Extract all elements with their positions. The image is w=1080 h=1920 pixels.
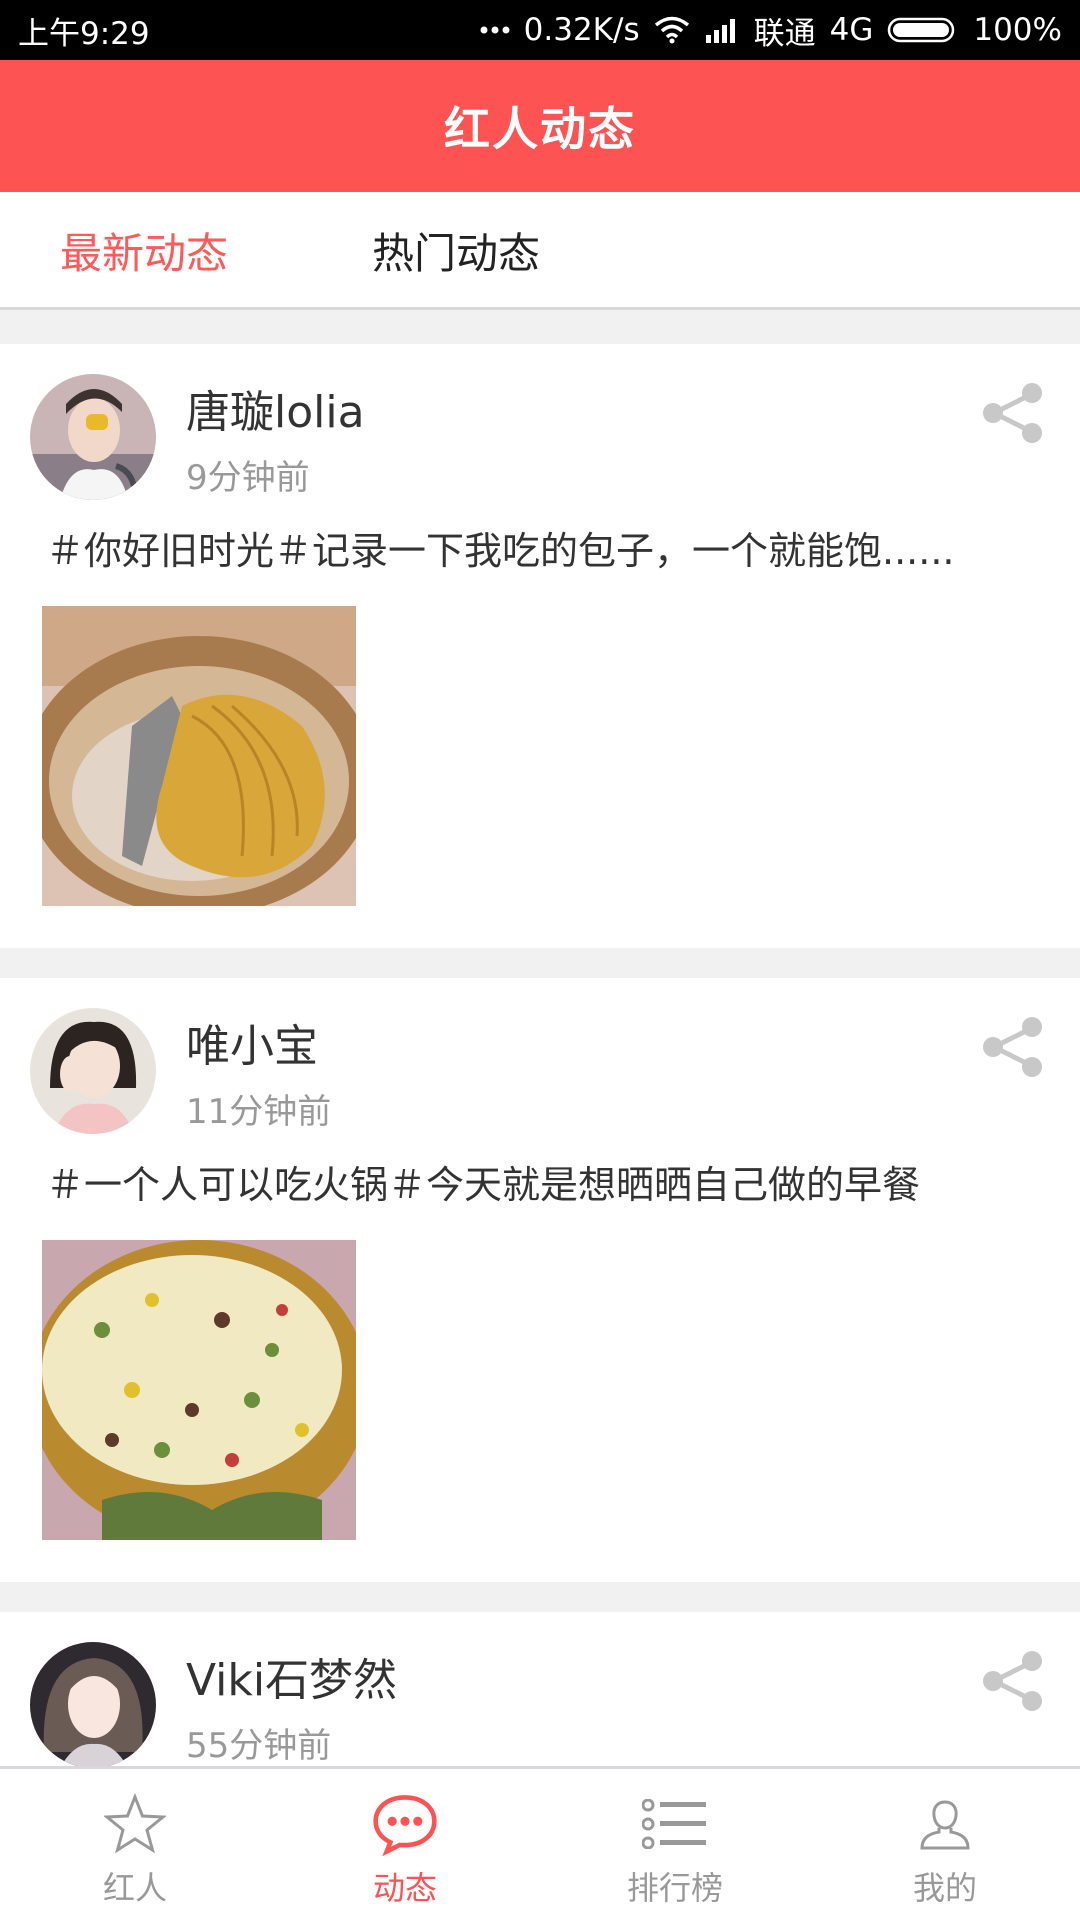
page-title: 红人动态 bbox=[444, 102, 636, 156]
post-image[interactable] bbox=[42, 1240, 356, 1540]
feed-list: 唐璇lolia 9分钟前 ＃你好旧时光＃记录一下我吃的包子，一个就能饱.....… bbox=[0, 344, 1080, 1772]
nav-label: 动态 bbox=[372, 1869, 437, 1907]
nav-item-me[interactable]: 我的 bbox=[810, 1769, 1080, 1920]
post-username[interactable]: 唯小宝 bbox=[186, 1010, 318, 1074]
post-text: ＃你好旧时光＃记录一下我吃的包子，一个就能饱...... bbox=[46, 529, 955, 573]
person-icon bbox=[912, 1791, 978, 1857]
app-header: 红人动态 bbox=[0, 60, 1080, 192]
network-speed: 0.32K/s bbox=[523, 12, 640, 48]
wifi-icon bbox=[654, 16, 690, 44]
star-icon bbox=[102, 1791, 168, 1857]
tab-latest[interactable]: 最新动态 bbox=[60, 220, 228, 281]
avatar[interactable] bbox=[30, 374, 156, 500]
post-time: 11分钟前 bbox=[186, 1092, 332, 1132]
signal-icon bbox=[704, 17, 740, 43]
feed-tabs: 最新动态 热门动态 bbox=[0, 192, 1080, 310]
post-username[interactable]: 唐璇lolia bbox=[186, 376, 365, 440]
status-time: 上午9:29 bbox=[18, 15, 150, 52]
post-image[interactable] bbox=[42, 606, 356, 906]
tab-hot[interactable]: 热门动态 bbox=[372, 220, 540, 281]
nav-label: 红人 bbox=[102, 1869, 167, 1907]
avatar[interactable] bbox=[30, 1642, 156, 1768]
more-dots-icon bbox=[480, 25, 510, 35]
app-screen: 上午9:29 0.32K/s 联通 4G 100% 红人动态 最新动态 热门动态… bbox=[0, 0, 1080, 1920]
post-time: 9分钟前 bbox=[186, 458, 310, 498]
bottom-nav: 红人 动态 排行榜 我的 bbox=[0, 1766, 1080, 1920]
status-bar: 上午9:29 0.32K/s 联通 4G 100% bbox=[0, 0, 1080, 60]
post-username[interactable]: Viki石梦然 bbox=[186, 1644, 397, 1708]
nav-label: 排行榜 bbox=[626, 1869, 723, 1907]
nav-label: 我的 bbox=[912, 1869, 977, 1907]
nav-item-feed[interactable]: 动态 bbox=[270, 1769, 540, 1920]
nav-item-stars[interactable]: 红人 bbox=[0, 1769, 270, 1920]
feed-post[interactable]: 唐璇lolia 9分钟前 ＃你好旧时光＃记录一下我吃的包子，一个就能饱.....… bbox=[0, 344, 1080, 948]
battery-icon bbox=[887, 16, 959, 44]
post-time: 55分钟前 bbox=[186, 1726, 332, 1766]
chat-bubble-icon bbox=[372, 1791, 438, 1857]
carrier-name: 联通 bbox=[753, 15, 816, 52]
battery-level: 100% bbox=[973, 12, 1062, 48]
feed-post[interactable]: Viki石梦然 55分钟前 bbox=[0, 1612, 1080, 1772]
list-icon bbox=[642, 1791, 708, 1857]
share-icon[interactable] bbox=[980, 1014, 1046, 1080]
avatar[interactable] bbox=[30, 1008, 156, 1134]
network-type: 4G bbox=[829, 12, 874, 48]
post-text: ＃一个人可以吃火锅＃今天就是想晒晒自己做的早餐 bbox=[46, 1163, 921, 1207]
status-indicators: 0.32K/s 联通 4G 100% bbox=[480, 8, 1062, 53]
share-icon[interactable] bbox=[980, 1648, 1046, 1714]
feed-post[interactable]: 唯小宝 11分钟前 ＃一个人可以吃火锅＃今天就是想晒晒自己做的早餐 bbox=[0, 978, 1080, 1582]
nav-item-ranking[interactable]: 排行榜 bbox=[540, 1769, 810, 1920]
share-icon[interactable] bbox=[980, 380, 1046, 446]
